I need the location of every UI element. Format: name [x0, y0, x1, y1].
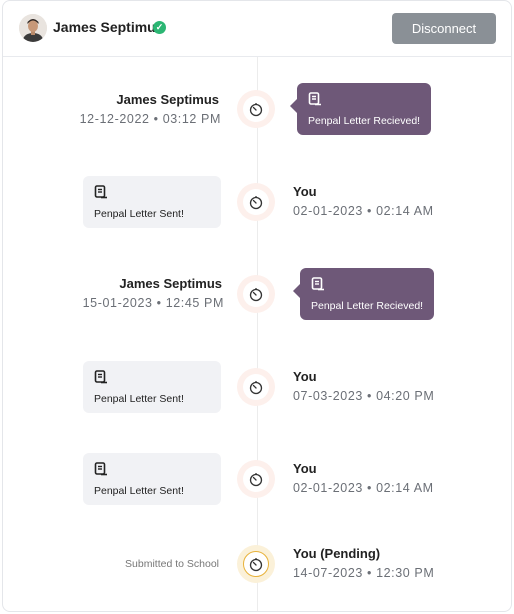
letter-sent-bubble[interactable]: Penpal Letter Sent!	[83, 453, 221, 505]
stopwatch-icon	[249, 288, 263, 302]
event-sender: James Septimus	[116, 92, 219, 107]
bubble-message: Penpal Letter Sent!	[94, 208, 184, 220]
avatar[interactable]	[19, 14, 47, 42]
letter-sent-bubble[interactable]: Penpal Letter Sent!	[83, 361, 221, 413]
event-sender: You	[293, 461, 317, 476]
event-time: 02:14 AM	[376, 481, 434, 495]
event-timestamp: 07-03-2023 • 04:20 PM	[293, 389, 435, 403]
event-timestamp: 02-01-2023 • 02:14 AM	[293, 204, 434, 218]
event-timestamp: 12-12-2022 • 03:12 PM	[79, 112, 221, 126]
event-time: 02:14 AM	[376, 204, 434, 218]
letter-icon	[94, 185, 107, 199]
event-date: 14-07-2023	[293, 566, 363, 580]
event-date: 02-01-2023	[293, 204, 363, 218]
letter-icon	[311, 277, 324, 291]
stopwatch-icon	[249, 558, 263, 572]
bubble-message: Penpal Letter Sent!	[94, 485, 184, 497]
event-timestamp: 15-01-2023 • 12:45 PM	[82, 296, 224, 310]
event-date: 02-01-2023	[293, 481, 363, 495]
event-time: 04:20 PM	[376, 389, 435, 403]
event-time: 12:45 PM	[165, 296, 224, 310]
timeline-node	[237, 460, 275, 498]
timeline-node-pending	[237, 545, 275, 583]
timeline-node	[237, 368, 275, 406]
event-timestamp: 14-07-2023 • 12:30 PM	[293, 566, 435, 580]
stopwatch-icon	[249, 196, 263, 210]
timeline-line	[257, 57, 258, 611]
timeline-card: James Septimus ✓ Disconnect James Septim…	[2, 0, 512, 612]
event-date: 15-01-2023	[82, 296, 153, 310]
event-timestamp: 02-01-2023 • 02:14 AM	[293, 481, 434, 495]
letter-icon	[94, 462, 107, 476]
bubble-message: Penpal Letter Recieved!	[311, 300, 424, 312]
letter-icon	[308, 92, 321, 106]
event-sender: You	[293, 369, 317, 384]
verified-check-icon: ✓	[153, 21, 166, 34]
event-time: 03:12 PM	[162, 112, 221, 126]
submitted-status: Submitted to School	[125, 558, 219, 570]
timeline-node	[237, 183, 275, 221]
event-date: 12-12-2022	[79, 112, 150, 126]
header: James Septimus ✓ Disconnect	[3, 1, 511, 57]
stopwatch-icon	[249, 473, 263, 487]
disconnect-button[interactable]: Disconnect	[392, 13, 496, 44]
stopwatch-icon	[249, 103, 263, 117]
contact-name: James Septimus	[53, 19, 164, 35]
timeline-node	[237, 90, 275, 128]
event-sender: James Septimus	[119, 276, 222, 291]
bubble-message: Penpal Letter Sent!	[94, 393, 184, 405]
letter-received-bubble[interactable]: Penpal Letter Recieved!	[293, 268, 434, 320]
event-time: 12:30 PM	[376, 566, 435, 580]
letter-icon	[94, 370, 107, 384]
stopwatch-icon	[249, 381, 263, 395]
letter-sent-bubble[interactable]: Penpal Letter Sent!	[83, 176, 221, 228]
timeline-node	[237, 275, 275, 313]
bubble-message: Penpal Letter Recieved!	[308, 115, 421, 127]
event-sender: You	[293, 184, 317, 199]
event-date: 07-03-2023	[293, 389, 363, 403]
event-sender: You (Pending)	[293, 546, 381, 561]
letter-received-bubble[interactable]: Penpal Letter Recieved!	[290, 83, 431, 135]
